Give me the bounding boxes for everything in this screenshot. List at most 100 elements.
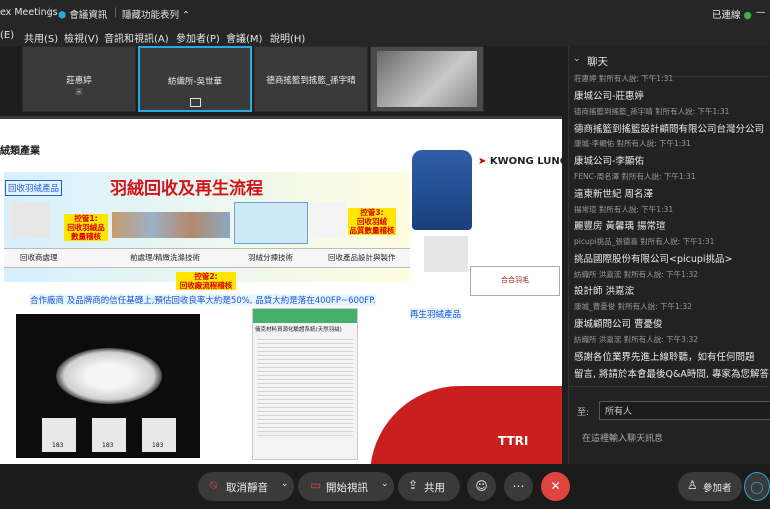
chat-recipient-value: 所有人 (605, 407, 633, 417)
meeting-info-button[interactable]: ⬢ 會議資訊 (58, 7, 107, 21)
title-separator: | (48, 7, 52, 18)
process-step: 羽絨分揀技術 (248, 253, 293, 262)
shared-slide: 絨類產業 ➤ KWONG LUNG 回收羽絨產品 羽絨回收及再生流程 控管1: … (0, 116, 562, 464)
ecotextile-badge: 183 (92, 418, 126, 452)
chat-message: 康城公司-莊惠婷 (574, 91, 644, 102)
unmute-button[interactable]: ⍉ 取消靜音 ⌄ (198, 472, 294, 501)
participant-strip: 莊惠婷 米 紡織所-吳世華 德商搖籃到搖籃_孫宇晴 (0, 46, 568, 116)
certificate-title: 儀克材料資源化驗證系統(天然羽絨) (255, 327, 342, 333)
process-title: 羽絨回收及再生流程 (110, 179, 263, 199)
menu-view[interactable]: 檢視(V) (64, 30, 99, 45)
chat-panel: ⌄ 聊天 莊惠婷 對所有人說: 下午1:31 康城公司-莊惠婷 德商搖籃到搖籃_… (568, 46, 770, 464)
process-photos (112, 212, 230, 238)
chat-toggle-button[interactable]: ◯ (744, 472, 770, 501)
chevron-down-icon: ⌄ (281, 479, 289, 489)
participant-name: 莊惠婷 (66, 76, 92, 86)
down-feather-cluster (56, 348, 162, 404)
menu-edit[interactable]: (E) (0, 30, 14, 41)
control-tag-2: 控管2: 回收廠流程稽核 (176, 272, 236, 290)
chat-meta: 德商搖籃到搖籃_孫宇晴 對所有人說: 下午1:31 (574, 107, 730, 116)
status-dot-icon: ● (743, 10, 752, 21)
ttri-logo: TTRI (498, 434, 528, 448)
share-button[interactable]: ⇪ 共用 (398, 472, 460, 501)
connection-status-label: 已連線 (712, 10, 741, 21)
certificate-body (257, 339, 353, 439)
menu-meeting[interactable]: 會議(M) (226, 30, 262, 45)
title-bar: ex Meetings | ⬢ 會議資訊 | 隱藏功能表列 ⌃ 已連線 ● — (0, 0, 770, 26)
recycled-down-label: 回收羽絨產品 (5, 180, 63, 196)
brand-name: KWONG LUNG (489, 156, 562, 167)
bedding-image (424, 236, 468, 272)
chat-meta: 康城-李顯佑 對所有人說: 下午1:31 (574, 139, 691, 148)
chat-message: 設計師 洪嘉浤 (574, 286, 635, 297)
participant-tile-active[interactable]: 紡織所-吳世華 (138, 46, 252, 112)
chat-meta: 紡織所 洪嘉浤 對所有人說: 下午1:32 (574, 270, 699, 279)
participant-subname: 米 (75, 88, 83, 96)
share-icon: ⇪ (408, 478, 419, 492)
control-tag-1-text: 控管1: 回收羽絨品 數量稽核 (67, 214, 105, 241)
chat-bubble-icon: ◯ (750, 480, 764, 494)
chat-meta: 康城_曹憂俊 對所有人說: 下午1:32 (574, 302, 692, 311)
participant-tile[interactable]: 莊惠婷 米 (22, 46, 136, 112)
chat-meta: 莊惠婷 對所有人說: 下午1:31 (574, 74, 674, 83)
chevron-down-icon[interactable]: ⌄ (573, 54, 581, 64)
sorted-down-image (310, 202, 346, 238)
hl-logo-text: 合合羽毛 (501, 276, 529, 284)
chat-message: 康城顧問公司 曹憂俊 (574, 319, 663, 330)
process-step: 回收商處理 (20, 253, 58, 262)
start-video-label: 開始視訊 (326, 482, 368, 494)
mic-muted-icon: ⍉ (210, 478, 218, 492)
reactions-button[interactable]: ☺ (467, 472, 496, 501)
leave-meeting-button[interactable]: ✕ (541, 472, 570, 501)
chat-message: 留言, 將請於本會最後Q&A時間, 專家為您解答 (574, 369, 769, 380)
menu-bar: (E) 共用(S) 檢視(V) 音訊和視訊(A) 參加者(P) 會議(M) 說明… (0, 26, 770, 47)
chat-recipient-select[interactable]: 所有人 (599, 401, 770, 420)
chat-title: 聊天 (587, 56, 608, 68)
chat-message: 遠東新世紀 周名澤 (574, 189, 654, 200)
hide-menu-button[interactable]: 隱藏功能表列 ⌃ (122, 7, 190, 21)
chat-input-placeholder: 在這裡輸入聊天訊息 (582, 434, 664, 444)
meeting-info-label: 會議資訊 (69, 10, 108, 21)
control-tag-3: 控管3: 回收羽絨 品質數量稽核 (348, 208, 396, 235)
process-step: 前處理/精緻洗滌技術 (130, 253, 201, 262)
ecotextile-badge: 183 (42, 418, 76, 452)
chat-meta: 紡織所 洪嘉浤 對所有人說: 下午3:32 (574, 335, 699, 344)
chat-message: 挑品國際股份有限公司<picupi挑品> (574, 254, 733, 265)
ttri-logo-text: TTRI (498, 434, 529, 448)
certificate-header (253, 309, 357, 323)
participants-button[interactable]: ♙ 參加者 (678, 472, 742, 501)
participants-label: 參加者 (703, 483, 732, 494)
shield-icon: ⬢ (58, 10, 67, 21)
down-feather-photo: 183 183 183 (16, 314, 200, 458)
control-bar: ⍉ 取消靜音 ⌄ ▭ 開始視訊 ⌄ ⇪ 共用 ☺ ⋯ ✕ ♙ 參加者 ◯ (0, 464, 770, 509)
control-tag-3-text: 控管3: 回收羽絨 品質數量稽核 (349, 208, 395, 235)
menu-participants[interactable]: 參加者(P) (176, 30, 220, 45)
participant-name: 紡織所-吳世華 (167, 77, 223, 87)
connection-status: 已連線 ● (712, 7, 752, 21)
participant-tile[interactable]: 德商搖籃到搖籃_孫宇晴 (254, 46, 368, 112)
start-video-button[interactable]: ▭ 開始視訊 ⌄ (298, 472, 394, 501)
menu-help[interactable]: 說明(H) (270, 30, 305, 45)
sharing-icon (190, 98, 201, 107)
minimize-icon[interactable]: — (756, 7, 766, 18)
process-step: 回收產品設計與製作 (328, 253, 396, 262)
menu-audio-video[interactable]: 音訊和視訊(A) (104, 30, 169, 45)
chat-message: 麗豐房 黃馨瑀 揚常瑄 (574, 221, 666, 232)
smiley-icon: ☺ (475, 479, 488, 493)
chevron-up-icon: ⌃ (182, 10, 191, 21)
chat-divider (569, 386, 770, 387)
hl-logo: 合合羽毛 (470, 266, 560, 296)
certificate-document: 儀克材料資源化驗證系統(天然羽絨) (252, 308, 358, 460)
badge-number: 183 (102, 442, 114, 449)
chat-meta: FENC-周名澤 對所有人說: 下午1:31 (574, 172, 696, 181)
machine-diagram (234, 202, 308, 244)
menu-share[interactable]: 共用(S) (24, 30, 58, 45)
unmute-label: 取消靜音 (226, 482, 268, 494)
participant-tile-video[interactable] (370, 46, 484, 112)
chat-input[interactable]: 在這裡輸入聊天訊息 (577, 426, 767, 450)
brand-logo: ➤ KWONG LUNG (478, 156, 562, 167)
regenerated-down-label: 再生羽絨產品 (410, 308, 462, 320)
more-options-button[interactable]: ⋯ (504, 472, 533, 501)
control-tag-2-text: 控管2: 回收廠流程稽核 (179, 272, 233, 290)
badge-number: 183 (152, 442, 164, 449)
